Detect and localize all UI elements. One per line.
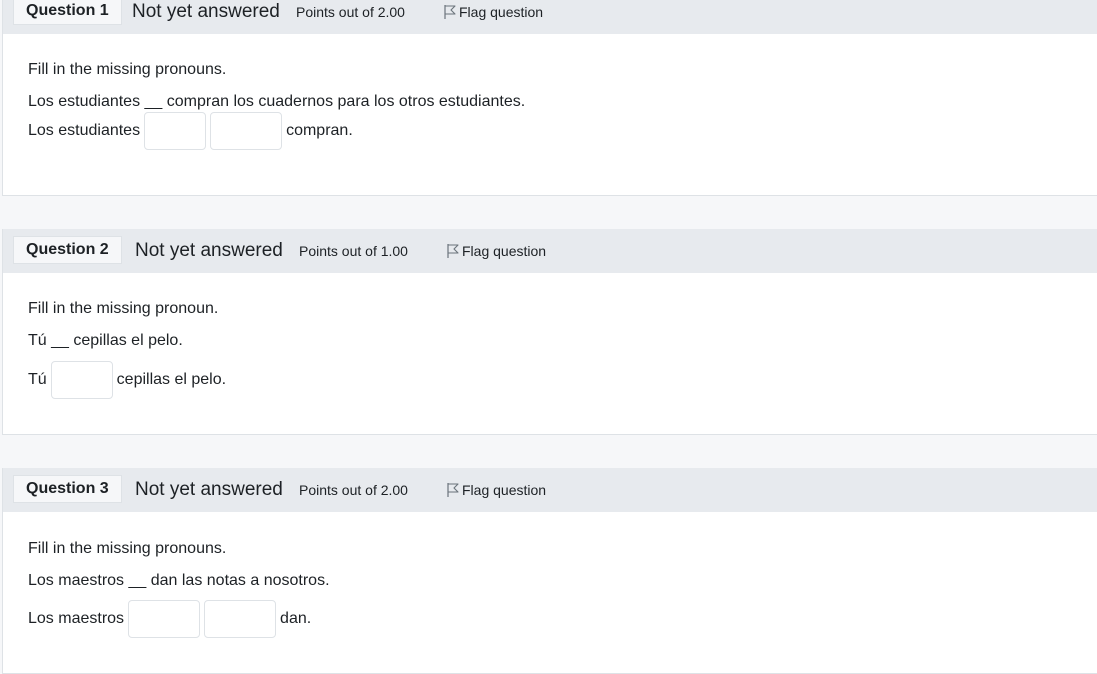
flag-icon <box>447 244 459 258</box>
question-3-number: Question 3 <box>13 475 122 503</box>
question-1-answer-suffix: compran. <box>286 122 353 139</box>
flag-icon <box>447 483 459 497</box>
question-2-header: Question 2 Not yet answered Points out o… <box>2 229 1097 273</box>
question-2-flag-button[interactable]: Flag question <box>446 242 546 260</box>
question-2-flag-label: Flag question <box>462 243 547 259</box>
question-3: Question 3 Not yet answered Points out o… <box>2 468 1097 674</box>
question-1-answer-row: Los estudiantes compran. <box>28 112 353 150</box>
question-1-blank-2-input[interactable] <box>210 112 283 150</box>
question-3-header: Question 3 Not yet answered Points out o… <box>2 468 1097 512</box>
question-1-number-label: Question 1 <box>26 2 109 19</box>
question-1-instruction: Fill in the missing pronouns. <box>28 61 227 78</box>
question-1-flag-label: Flag question <box>459 4 544 20</box>
question-3-flag-label: Flag question <box>462 482 547 498</box>
question-1-answer-prefix: Los estudiantes <box>28 122 141 139</box>
question-3-blank-2-input[interactable] <box>204 600 277 638</box>
question-2-blank-1-input[interactable] <box>50 361 113 399</box>
question-3-answer-suffix: dan. <box>280 610 312 627</box>
question-3-blank-1-input[interactable] <box>128 600 201 638</box>
question-1: Question 1 Not yet answered Points out o… <box>2 0 1097 196</box>
question-1-sentence: Los estudiantes __ compran los cuadernos… <box>28 93 526 110</box>
question-1-points: Points out of 2.00 <box>296 4 405 20</box>
question-2: Question 2 Not yet answered Points out o… <box>2 229 1097 435</box>
question-1-body: Fill in the missing pronouns. Los estudi… <box>2 34 1097 196</box>
flag-icon <box>444 5 456 19</box>
question-3-flag-button[interactable]: Flag question <box>446 481 546 499</box>
question-1-flag-button[interactable]: Flag question <box>443 3 543 21</box>
question-2-body: Fill in the missing pronoun. Tú __ cepil… <box>2 273 1097 435</box>
question-2-status: Not yet answered <box>135 240 283 261</box>
question-2-number-label: Question 2 <box>26 241 109 258</box>
question-3-instruction: Fill in the missing pronouns. <box>28 540 227 557</box>
question-3-answer-row: Los maestros dan. <box>28 600 311 638</box>
question-3-sentence: Los maestros __ dan las notas a nosotros… <box>28 572 330 589</box>
question-2-answer-prefix: Tú <box>28 371 47 388</box>
question-3-points: Points out of 2.00 <box>299 482 408 498</box>
question-2-points: Points out of 1.00 <box>299 243 408 259</box>
question-3-body: Fill in the missing pronouns. Los maestr… <box>2 512 1097 674</box>
question-2-answer-row: Tú cepillas el pelo. <box>28 361 226 399</box>
question-1-status: Not yet answered <box>132 1 280 22</box>
question-1-blank-1-input[interactable] <box>144 112 207 150</box>
question-3-answer-prefix: Los maestros <box>28 610 125 627</box>
question-3-number-label: Question 3 <box>26 480 109 497</box>
question-2-answer-suffix: cepillas el pelo. <box>116 371 227 388</box>
question-2-number: Question 2 <box>13 236 122 264</box>
question-1-number: Question 1 <box>13 0 122 25</box>
question-1-header: Question 1 Not yet answered Points out o… <box>2 0 1097 34</box>
question-3-status: Not yet answered <box>135 479 283 500</box>
question-2-instruction: Fill in the missing pronoun. <box>28 300 219 317</box>
question-2-sentence: Tú __ cepillas el pelo. <box>28 332 183 349</box>
